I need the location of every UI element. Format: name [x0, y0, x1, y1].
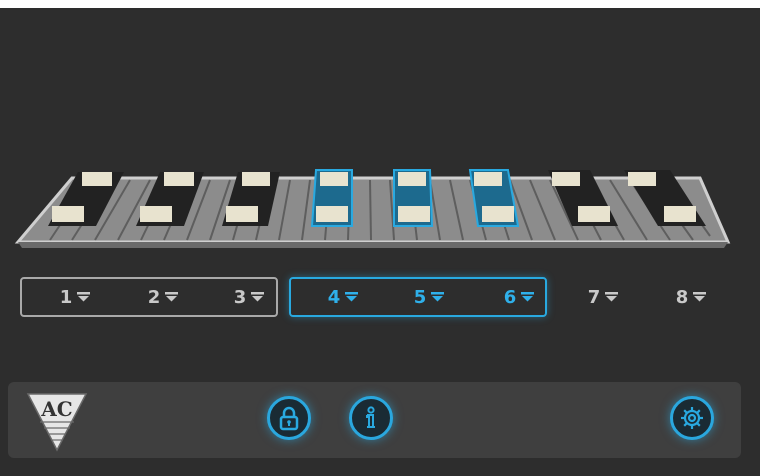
gear-icon	[681, 407, 703, 429]
seat-button-1[interactable]: 1	[48, 284, 102, 310]
seat-number: 6	[503, 286, 517, 308]
seat-recline-icon	[431, 292, 445, 302]
seat-recline-icon	[345, 292, 359, 302]
seat-recline-icon	[251, 292, 265, 302]
logo-text: AC	[40, 397, 72, 421]
top-bar	[0, 0, 760, 8]
lock-icon	[279, 406, 299, 431]
seat-shape-5	[393, 169, 434, 227]
seat-button-5[interactable]: 5	[402, 284, 456, 310]
ac-logo: AC	[26, 393, 88, 452]
seat-recline-icon	[605, 292, 619, 302]
seat-number: 3	[233, 286, 247, 308]
seat-number: 1	[59, 286, 73, 308]
seat-shape-4	[310, 169, 353, 227]
info-icon	[366, 406, 375, 428]
footer-bar: AC	[8, 382, 741, 458]
seat-recline-icon	[521, 292, 535, 302]
seat-button-3[interactable]: 3	[222, 284, 276, 310]
seat-button-7[interactable]: 7	[576, 284, 630, 310]
seat-number: 8	[675, 286, 689, 308]
seat-button-8[interactable]: 8	[664, 284, 718, 310]
seat-rack	[14, 169, 731, 248]
seat-recline-icon	[165, 292, 179, 302]
seat-button-2[interactable]: 2	[136, 284, 190, 310]
seat-button-6[interactable]: 6	[492, 284, 546, 310]
settings-button[interactable]	[670, 396, 714, 440]
info-button[interactable]	[349, 396, 393, 440]
seat-number: 7	[587, 286, 601, 308]
seat-recline-icon	[77, 292, 91, 302]
seat-number: 4	[327, 286, 341, 308]
seat-number: 2	[147, 286, 161, 308]
lock-button[interactable]	[267, 396, 311, 440]
seat-button-4[interactable]: 4	[316, 284, 370, 310]
seat-recline-icon	[693, 292, 707, 302]
seat-number: 5	[413, 286, 427, 308]
